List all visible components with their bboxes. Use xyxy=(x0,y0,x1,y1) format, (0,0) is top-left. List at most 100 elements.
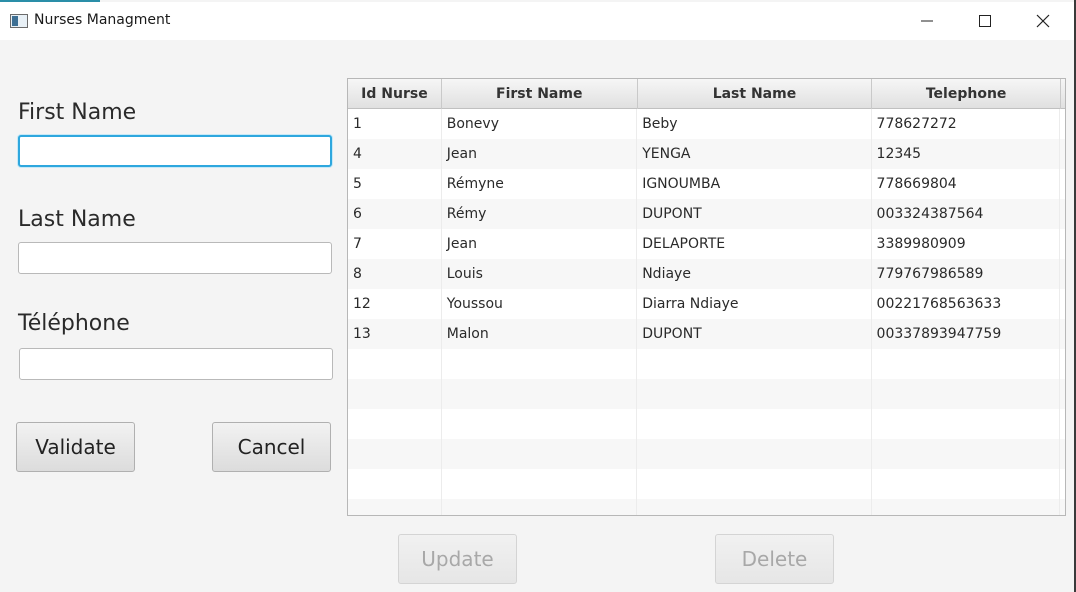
table-cell-filler xyxy=(1060,289,1065,319)
close-button[interactable] xyxy=(1014,2,1072,40)
table-cell xyxy=(872,349,1061,379)
telephone-label: Téléphone xyxy=(18,311,130,336)
table-cell: Ndiaye xyxy=(637,259,872,289)
table-cell: Youssou xyxy=(442,289,638,319)
app-window-icon xyxy=(10,14,28,28)
last-name-input[interactable] xyxy=(18,242,332,274)
table-cell-filler xyxy=(1060,379,1065,409)
table-cell-filler xyxy=(1060,229,1065,259)
first-name-label: First Name xyxy=(18,100,137,125)
column-header-filler xyxy=(1061,79,1065,109)
table-cell xyxy=(872,499,1061,515)
table-cell xyxy=(442,379,638,409)
column-header-last-name[interactable]: Last Name xyxy=(638,79,873,109)
table-cell: Rémyne xyxy=(442,169,638,199)
cancel-button[interactable]: Cancel xyxy=(212,422,331,472)
table-cell-filler xyxy=(1060,319,1065,349)
empty-table-row[interactable] xyxy=(348,499,1065,515)
table-cell xyxy=(637,409,872,439)
table-row[interactable]: 12 Youssou Diarra Ndiaye 00221768563633 xyxy=(348,289,1065,319)
table-cell-filler xyxy=(1060,169,1065,199)
empty-table-row[interactable] xyxy=(348,409,1065,439)
table-row[interactable]: 5 Rémyne IGNOUMBA 778669804 xyxy=(348,169,1065,199)
table-cell xyxy=(442,469,638,499)
table-cell: Diarra Ndiaye xyxy=(637,289,872,319)
column-header-telephone[interactable]: Telephone xyxy=(872,79,1062,109)
column-header-id[interactable]: Id Nurse xyxy=(348,79,442,109)
empty-table-row[interactable] xyxy=(348,469,1065,499)
table-cell: 12345 xyxy=(872,139,1061,169)
table-row[interactable]: 6 Rémy DUPONT 003324387564 xyxy=(348,199,1065,229)
table-cell xyxy=(637,379,872,409)
table-cell-filler xyxy=(1060,139,1065,169)
delete-button[interactable]: Delete xyxy=(715,534,834,584)
table-cell-filler xyxy=(1060,469,1065,499)
table-cell: 003324387564 xyxy=(872,199,1061,229)
validate-button[interactable]: Validate xyxy=(16,422,135,472)
table-row[interactable]: 13 Malon DUPONT 00337893947759 xyxy=(348,319,1065,349)
table-cell: 00337893947759 xyxy=(872,319,1061,349)
telephone-input[interactable] xyxy=(19,348,333,380)
table-cell: Malon xyxy=(442,319,638,349)
table-cell xyxy=(348,499,442,515)
table-row[interactable]: 1 Bonevy Beby 778627272 xyxy=(348,109,1065,139)
table-cell xyxy=(637,439,872,469)
maximize-button[interactable] xyxy=(956,2,1014,40)
table-cell: DUPONT xyxy=(637,199,872,229)
table-cell: 1 xyxy=(348,109,442,139)
table-row[interactable]: 7 Jean DELAPORTE 3389980909 xyxy=(348,229,1065,259)
maximize-icon xyxy=(979,15,991,27)
table-cell: 778627272 xyxy=(872,109,1061,139)
table-cell-filler xyxy=(1060,409,1065,439)
table-cell xyxy=(348,349,442,379)
nurses-table[interactable]: Id Nurse First Name Last Name Telephone … xyxy=(347,78,1066,516)
table-cell: 4 xyxy=(348,139,442,169)
minimize-button[interactable] xyxy=(898,2,956,40)
table-cell xyxy=(442,349,638,379)
empty-table-row[interactable] xyxy=(348,349,1065,379)
table-cell xyxy=(637,469,872,499)
table-cell: Beby xyxy=(637,109,872,139)
table-cell xyxy=(872,409,1061,439)
minimize-icon xyxy=(921,20,933,22)
table-row[interactable]: 8 Louis Ndiaye 779767986589 xyxy=(348,259,1065,289)
table-cell: 6 xyxy=(348,199,442,229)
empty-table-row[interactable] xyxy=(348,439,1065,469)
table-body: 1 Bonevy Beby 778627272 4 Jean YENGA 12345 5 Rémy… xyxy=(348,109,1065,515)
table-cell: Jean xyxy=(442,229,638,259)
table-cell: YENGA xyxy=(637,139,872,169)
table-cell-filler xyxy=(1060,499,1065,515)
empty-table-row[interactable] xyxy=(348,379,1065,409)
update-button[interactable]: Update xyxy=(398,534,517,584)
table-cell xyxy=(872,439,1061,469)
window-title: Nurses Managment xyxy=(34,12,171,28)
table-cell xyxy=(348,379,442,409)
table-cell-filler xyxy=(1060,349,1065,379)
table-cell: Jean xyxy=(442,139,638,169)
table-cell xyxy=(348,469,442,499)
table-cell-filler xyxy=(1060,439,1065,469)
table-header: Id Nurse First Name Last Name Telephone xyxy=(348,79,1065,109)
title-bar: Nurses Managment xyxy=(0,2,1074,40)
table-cell: Louis xyxy=(442,259,638,289)
table-cell xyxy=(872,469,1061,499)
table-cell xyxy=(872,379,1061,409)
table-cell: IGNOUMBA xyxy=(637,169,872,199)
table-cell: 00221768563633 xyxy=(872,289,1061,319)
table-cell: Rémy xyxy=(442,199,638,229)
last-name-label: Last Name xyxy=(18,207,136,232)
table-cell xyxy=(637,499,872,515)
close-icon xyxy=(1036,14,1050,28)
table-cell xyxy=(348,439,442,469)
table-cell: 3389980909 xyxy=(872,229,1061,259)
table-cell: 778669804 xyxy=(872,169,1061,199)
table-cell xyxy=(442,499,638,515)
first-name-input[interactable] xyxy=(18,135,332,167)
table-cell-filler xyxy=(1060,199,1065,229)
table-cell: 8 xyxy=(348,259,442,289)
column-header-first-name[interactable]: First Name xyxy=(442,79,638,109)
table-cell: DUPONT xyxy=(637,319,872,349)
table-row[interactable]: 4 Jean YENGA 12345 xyxy=(348,139,1065,169)
table-cell: 13 xyxy=(348,319,442,349)
table-cell: Bonevy xyxy=(442,109,638,139)
